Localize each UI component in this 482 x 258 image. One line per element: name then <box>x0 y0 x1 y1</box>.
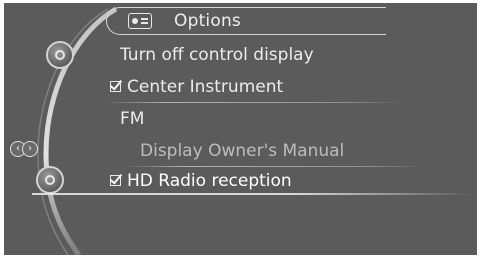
menu-item-label: Turn off control display <box>120 45 314 65</box>
rail-position-indicator-top <box>46 41 74 69</box>
divider <box>104 102 404 103</box>
divider <box>124 166 424 167</box>
menu-rail-arc <box>37 6 118 255</box>
menu-item-center-instrument[interactable]: Center Instrument <box>110 77 283 97</box>
menu-item-label: Center Instrument <box>127 77 284 97</box>
selection-knob <box>36 166 64 194</box>
selection-underline <box>32 193 472 195</box>
menu-item-hd-radio-reception[interactable]: HD Radio reception <box>110 171 292 191</box>
nav-arrows[interactable]: ‹ › <box>10 141 40 159</box>
idrive-screen: Options Turn off control display Center … <box>4 3 477 255</box>
menu-item-label: FM <box>120 109 145 129</box>
menu-item-fm[interactable]: FM <box>120 109 144 129</box>
menu-item-turn-off-control-display[interactable]: Turn off control display <box>120 45 314 65</box>
chevron-right-icon[interactable]: › <box>22 141 38 157</box>
page-title: Options <box>174 11 241 31</box>
menu-item-display-owners-manual[interactable]: Display Owner's Manual <box>140 141 344 161</box>
checkbox-checked-icon[interactable] <box>110 175 121 186</box>
menu-item-label: HD Radio reception <box>127 171 292 191</box>
radio-icon <box>128 13 152 29</box>
menu-item-label: Display Owner's Manual <box>140 141 345 161</box>
checkbox-checked-icon[interactable] <box>110 81 121 92</box>
